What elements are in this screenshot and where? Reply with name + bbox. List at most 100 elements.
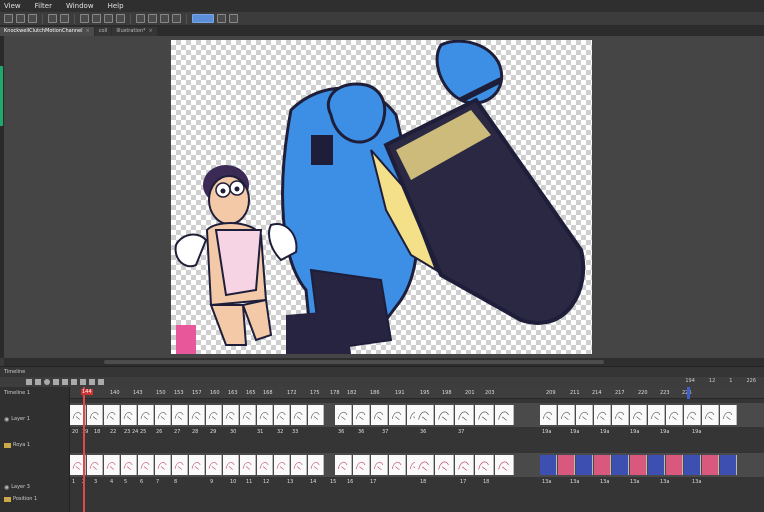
menu-view[interactable]: View [4,2,21,10]
cel-thumbnail[interactable] [540,455,557,475]
settings-icon[interactable] [229,14,238,23]
cel-thumbnail[interactable] [257,455,273,475]
cel-thumbnail[interactable] [475,405,494,425]
select-icon[interactable] [148,14,157,23]
track-roya-1[interactable]: Roya 1 [4,441,30,449]
canvas-horizontal-scrollbar[interactable] [4,358,764,366]
cel-thumbnail[interactable] [223,455,239,475]
canvas-workspace[interactable] [4,36,764,358]
menu-filter[interactable]: Filter [35,2,52,10]
last-frame-icon[interactable] [62,379,68,385]
close-icon[interactable]: × [149,28,153,34]
cel-thumbnail[interactable] [371,455,388,475]
playhead[interactable] [83,387,85,512]
cel-thumbnail[interactable] [648,455,665,475]
cel-thumbnail[interactable] [291,455,307,475]
cel-thumbnail[interactable] [435,405,454,425]
play-icon[interactable] [44,379,50,385]
eye-icon[interactable]: ◉ [4,416,9,423]
cel-thumbnail[interactable] [415,405,434,425]
scrollbar-thumb[interactable] [104,360,604,364]
new-cel-icon[interactable] [89,379,95,385]
new-icon[interactable] [4,14,13,23]
deselect-icon[interactable] [160,14,169,23]
cel-thumbnail[interactable] [720,405,737,425]
eye-icon[interactable]: ◉ [4,484,9,491]
cel-thumbnail[interactable] [172,455,188,475]
cel-thumbnail[interactable] [104,405,120,425]
cel-thumbnail[interactable] [189,455,205,475]
ruler-icon[interactable] [217,14,226,23]
cel-thumbnail[interactable] [155,455,171,475]
cel-thumbnail[interactable] [155,405,171,425]
cel-thumbnail[interactable] [240,455,256,475]
cel-thumbnail[interactable] [630,455,647,475]
cut-icon[interactable] [92,14,101,23]
clear-icon[interactable] [80,14,89,23]
cel-thumbnail[interactable] [435,455,454,475]
cel-thumbnail[interactable] [648,405,665,425]
cel-thumbnail[interactable] [684,405,701,425]
track-layer-3[interactable]: ◉ Layer 3 [4,483,30,491]
cel-thumbnail[interactable] [291,405,307,425]
stroke-mode-icon[interactable] [192,14,214,23]
cel-thumbnail[interactable] [540,405,557,425]
menu-window[interactable]: Window [66,2,94,10]
save-icon[interactable] [28,14,37,23]
cel-thumbnail[interactable] [495,455,514,475]
cel-thumbnail[interactable] [104,455,120,475]
cel-thumbnail[interactable] [257,405,273,425]
cel-thumbnail[interactable] [576,405,593,425]
timeline-selector[interactable]: Timeline 1 [4,389,30,397]
cel-thumbnail[interactable] [223,405,239,425]
drawing-canvas[interactable] [171,40,592,354]
close-icon[interactable]: × [86,28,90,34]
cel-thumbnail[interactable] [371,405,388,425]
cel-thumbnail[interactable] [206,405,222,425]
copy-icon[interactable] [104,14,113,23]
frame-ruler[interactable]: 140 143 150 153 157 160 163 165 168 172 175 178 182 1… [70,387,764,399]
cel-thumbnail[interactable] [455,405,474,425]
cel-thumbnail[interactable] [353,405,370,425]
cel-thumbnail[interactable] [335,405,352,425]
cel-thumbnail[interactable] [389,405,406,425]
cel-thumbnail[interactable] [702,455,719,475]
cel-thumbnail[interactable] [702,405,719,425]
cel-thumbnail[interactable] [121,455,137,475]
cel-thumbnail[interactable] [189,405,205,425]
onion-skin-icon[interactable] [80,379,86,385]
transform-icon[interactable] [136,14,145,23]
invert-icon[interactable] [172,14,181,23]
tab-document-2[interactable]: coll [94,27,112,36]
cel-thumbnail[interactable] [415,455,434,475]
prev-frame-icon[interactable] [35,379,41,385]
cel-thumbnail[interactable] [172,405,188,425]
cel-thumbnail[interactable] [594,405,611,425]
cel-thumbnail[interactable] [630,405,647,425]
cel-thumbnail[interactable] [206,455,222,475]
track-layer-1[interactable]: ◉ Layer 1 [4,415,30,423]
cel-thumbnail[interactable] [335,455,352,475]
range-end-marker[interactable] [687,387,690,399]
cel-thumbnail[interactable] [666,455,683,475]
cel-thumbnail[interactable] [121,405,137,425]
cel-thumbnail[interactable] [666,405,683,425]
cel-thumbnail[interactable] [138,455,154,475]
cel-thumbnail[interactable] [475,455,494,475]
cel-thumbnail[interactable] [389,455,406,475]
undo-icon[interactable] [48,14,57,23]
cel-thumbnail[interactable] [353,455,370,475]
loop-icon[interactable] [71,379,77,385]
cel-thumbnail[interactable] [240,405,256,425]
open-icon[interactable] [16,14,25,23]
cel-thumbnail[interactable] [87,455,103,475]
cel-thumbnail[interactable] [576,455,593,475]
cel-thumbnail[interactable] [612,455,629,475]
track-position-1[interactable]: Position 1 [4,495,37,503]
cel-thumbnail[interactable] [558,405,575,425]
cel-thumbnail[interactable] [558,455,575,475]
redo-icon[interactable] [60,14,69,23]
delete-cel-icon[interactable] [98,379,104,385]
cel-thumbnail[interactable] [684,455,701,475]
tab-document-1[interactable]: KnockwellClutchMotionChannel × [0,27,94,36]
